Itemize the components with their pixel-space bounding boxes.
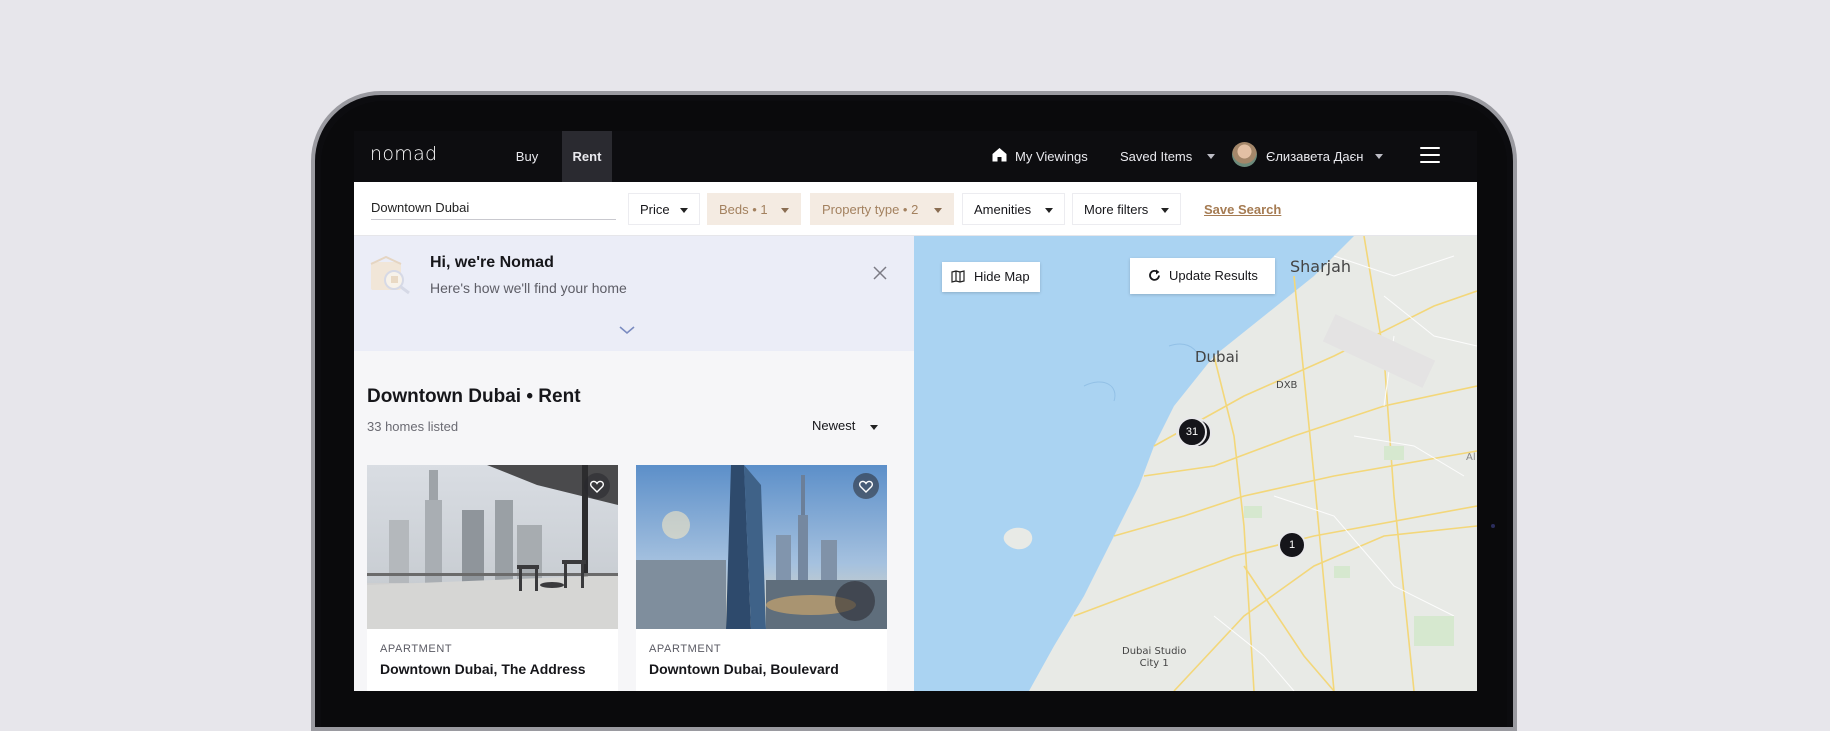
close-icon[interactable]: [873, 266, 887, 280]
price-filter[interactable]: Price: [628, 193, 700, 225]
logo[interactable]: nomad: [370, 143, 437, 165]
more-filters-button[interactable]: More filters: [1072, 193, 1181, 225]
listing-type: APARTMENT: [649, 643, 722, 655]
saved-items-menu[interactable]: Saved Items: [1120, 131, 1192, 182]
results-title: Downtown Dubai • Rent: [367, 386, 581, 407]
map-view[interactable]: Hide Map Update Results Sharjah Dubai DX…: [914, 236, 1477, 691]
map-label-sharjah: Sharjah: [1290, 257, 1352, 276]
update-results-label: Update Results: [1169, 268, 1258, 283]
map-label-studio-city: Dubai Studio City 1: [1122, 646, 1187, 669]
home-icon: [992, 148, 1007, 162]
heart-icon: [590, 480, 604, 493]
beds-filter[interactable]: Beds • 1: [707, 193, 801, 225]
chevron-down-icon: [934, 208, 942, 213]
hide-map-button[interactable]: Hide Map: [942, 262, 1040, 292]
tab-buy[interactable]: Buy: [506, 131, 548, 182]
listing-type: APARTMENT: [380, 643, 453, 655]
listing-photo[interactable]: [636, 465, 887, 629]
map-cluster-marker[interactable]: 31: [1177, 417, 1207, 447]
beds-filter-label: Beds • 1: [719, 202, 768, 217]
chevron-down-icon[interactable]: [1207, 154, 1215, 159]
listing-photo[interactable]: [367, 465, 618, 629]
map-label-dxb: DXB: [1276, 380, 1298, 391]
price-filter-label: Price: [640, 202, 670, 217]
map-canvas[interactable]: [914, 236, 1477, 691]
chevron-down-icon: [680, 208, 688, 213]
menu-icon[interactable]: [1420, 147, 1440, 163]
avatar[interactable]: [1232, 142, 1257, 167]
intro-title: Hi, we're Nomad: [430, 254, 554, 271]
amenities-filter-label: Amenities: [974, 202, 1032, 217]
user-menu[interactable]: Єлизавета Даєн: [1266, 131, 1363, 182]
intro-banner: Hi, we're Nomad Here's how we'll find yo…: [354, 236, 914, 351]
chevron-down-icon: [1161, 208, 1169, 213]
results-count: 33 homes listed: [367, 419, 459, 434]
heart-icon: [859, 480, 873, 493]
favorite-button[interactable]: [853, 473, 879, 499]
chevron-down-icon[interactable]: [618, 325, 636, 335]
sort-dropdown[interactable]: Newest: [812, 418, 855, 433]
chevron-down-icon[interactable]: [870, 425, 878, 430]
map-cluster-marker[interactable]: 1: [1278, 531, 1306, 559]
save-search-link[interactable]: Save Search: [1204, 202, 1281, 217]
chevron-down-icon: [1045, 208, 1053, 213]
camera-dot: [1491, 524, 1495, 528]
update-results-button[interactable]: Update Results: [1130, 258, 1275, 294]
listing-card[interactable]: APARTMENT Downtown Dubai, The Address: [367, 465, 618, 691]
hide-map-label: Hide Map: [974, 269, 1030, 284]
listing-card[interactable]: APARTMENT Downtown Dubai, Boulevard: [636, 465, 887, 691]
favorite-button[interactable]: [584, 473, 610, 499]
my-viewings-link[interactable]: My Viewings: [1015, 131, 1088, 182]
more-filters-label: More filters: [1084, 202, 1149, 217]
map-label-dubai: Dubai: [1195, 348, 1239, 366]
refresh-icon: [1149, 269, 1160, 281]
house-search-icon: [370, 256, 410, 295]
chevron-down-icon[interactable]: [1375, 154, 1383, 159]
map-label-al: Al: [1466, 452, 1476, 463]
virtual-tour-icon[interactable]: [835, 581, 875, 621]
property-type-filter-label: Property type • 2: [822, 202, 919, 217]
intro-subtitle: Here's how we'll find your home: [430, 280, 627, 296]
map-icon: [951, 270, 965, 283]
chevron-down-icon: [781, 208, 789, 213]
location-search-input[interactable]: [371, 196, 616, 220]
top-nav: nomad Buy Rent My Viewings Saved Items Є…: [354, 131, 1477, 182]
tab-rent[interactable]: Rent: [562, 131, 612, 182]
filter-bar: Price Beds • 1 Property type • 2 Ameniti…: [354, 182, 1477, 236]
app-screen: nomad Buy Rent My Viewings Saved Items Є…: [354, 131, 1477, 691]
amenities-filter[interactable]: Amenities: [962, 193, 1065, 225]
property-type-filter[interactable]: Property type • 2: [810, 193, 954, 225]
results-panel: Hi, we're Nomad Here's how we'll find yo…: [354, 236, 914, 691]
